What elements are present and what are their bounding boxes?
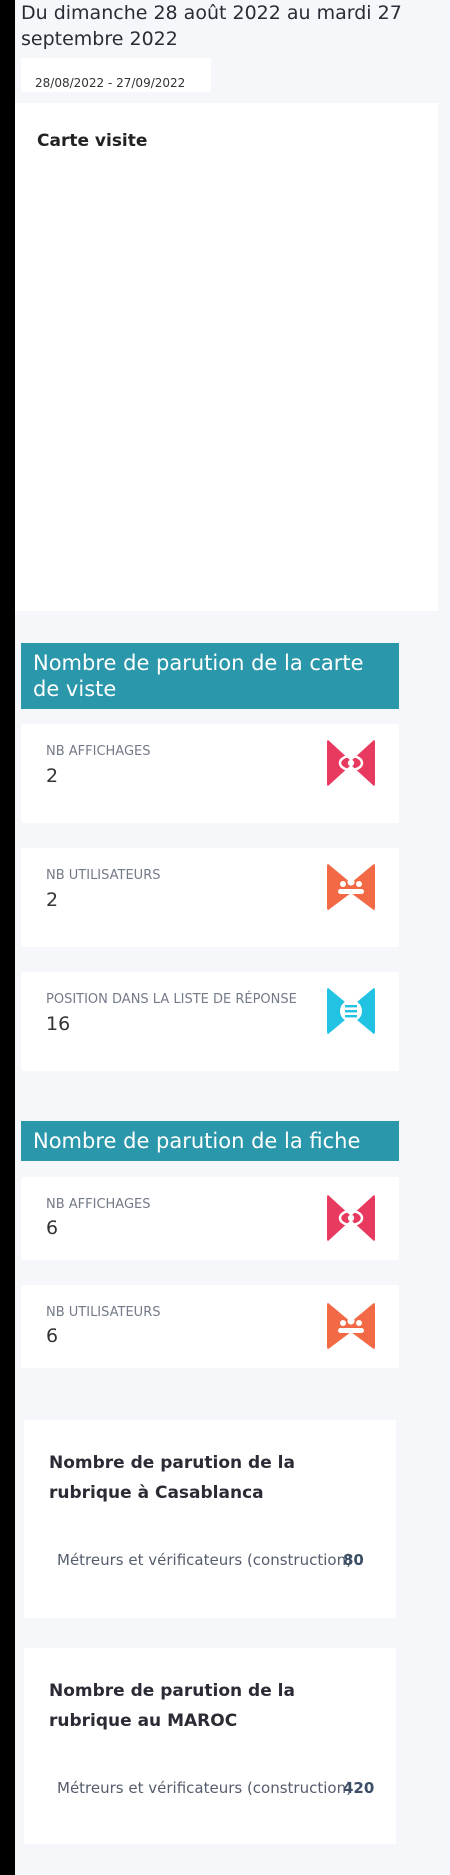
rubrique-card-maroc: Nombre de parution de la rubrique au MAR…	[24, 1648, 396, 1844]
stat-value: 6	[46, 1325, 59, 1347]
rubrique-row-label: Métreurs et vérificateurs (construction)	[57, 1551, 352, 1569]
rubrique-card-casablanca: Nombre de parution de la rubrique à Casa…	[24, 1420, 396, 1618]
rubrique-row-count: 80	[343, 1551, 364, 1569]
date-range-value: 28/08/2022 - 27/09/2022	[35, 76, 186, 90]
users-icon	[327, 863, 375, 911]
users-icon	[327, 1302, 375, 1350]
stat-label: NB UTILISATEURS	[46, 1305, 161, 1320]
stat-label: POSITION DANS LA LISTE DE RÉPONSE	[46, 992, 297, 1007]
list-icon	[327, 987, 375, 1035]
stat-card-fiche-utilisateurs: NB UTILISATEURS 6	[21, 1285, 399, 1368]
date-range-picker[interactable]: 28/08/2022 - 27/09/2022	[21, 58, 211, 92]
stat-value: 16	[46, 1013, 71, 1035]
stat-card-carte-utilisateurs: NB UTILISATEURS 2	[21, 848, 399, 947]
map-card: Carte visite	[15, 103, 438, 611]
section-title-fiche: Nombre de parution de la fiche	[21, 1121, 399, 1161]
period-text: Du dimanche 28 août 2022 au mardi 27 sep…	[21, 2, 402, 50]
stat-card-carte-affichages: NB AFFICHAGES 2	[21, 724, 399, 823]
rubrique-row-label: Métreurs et vérificateurs (construction)	[57, 1779, 352, 1797]
rubrique-row-count: 420	[343, 1779, 375, 1797]
stat-card-fiche-affichages: NB AFFICHAGES 6	[21, 1177, 399, 1260]
stat-label: NB AFFICHAGES	[46, 1197, 151, 1212]
rubrique-title: Nombre de parution de la rubrique au MAR…	[49, 1681, 295, 1731]
rubrique-title: Nombre de parution de la rubrique à Casa…	[49, 1453, 295, 1503]
stat-value: 6	[46, 1217, 59, 1239]
stat-value: 2	[46, 889, 59, 911]
main-content: Du dimanche 28 août 2022 au mardi 27 sep…	[15, 0, 450, 1875]
left-rail	[0, 0, 15, 1875]
stat-value: 2	[46, 765, 59, 787]
stat-card-carte-position: POSITION DANS LA LISTE DE RÉPONSE 16	[21, 972, 399, 1071]
stat-label: NB AFFICHAGES	[46, 744, 151, 759]
section-title-carte: Nombre de parution de la carte de viste	[21, 643, 399, 709]
map-title: Carte visite	[37, 131, 148, 151]
eye-icon	[327, 1194, 375, 1242]
stat-label: NB UTILISATEURS	[46, 868, 161, 883]
eye-icon	[327, 739, 375, 787]
